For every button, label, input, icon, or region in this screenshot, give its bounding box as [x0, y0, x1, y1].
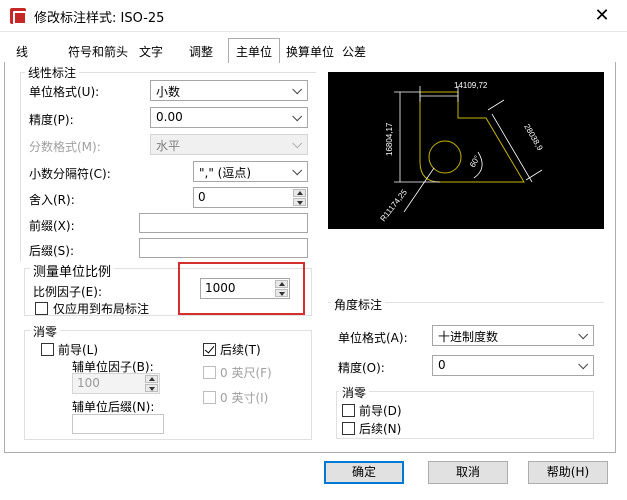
prefix-input[interactable]	[139, 213, 308, 233]
autocad-app-icon	[10, 8, 27, 25]
preview-dim-left: 16804,17	[385, 122, 394, 156]
decimal-separator-value: "," (逗点)	[199, 166, 252, 180]
unit-format-select[interactable]: 小数	[150, 80, 308, 101]
angular-precision-value: 0	[438, 358, 446, 372]
spin-down-icon	[145, 384, 158, 392]
fraction-format-select: 水平	[150, 134, 308, 155]
round-off-label: 舍入(R):	[29, 193, 75, 207]
decimal-separator-select[interactable]: "," (逗点)	[193, 161, 308, 182]
sub-units-suffix-input	[72, 414, 164, 434]
tab-symbols-arrows[interactable]: 符号和箭头	[62, 41, 134, 61]
sub-units-suffix-label: 辅单位后缀(N):	[72, 400, 155, 414]
tab-fit[interactable]: 调整	[184, 41, 218, 61]
preview-dim-right: 28038,9	[522, 123, 545, 153]
angular-group-title: 角度标注	[331, 296, 386, 313]
angular-leading-label: 前导(D)	[359, 404, 402, 418]
dimension-preview: 14109,72 16804,17 28038,9 60° R11174,25	[328, 72, 604, 229]
measurement-scale-title: 测量单位比例	[30, 261, 115, 280]
spinner-buttons[interactable]	[275, 280, 288, 297]
angular-unit-format-select[interactable]: 十进制度数	[432, 325, 594, 346]
leading-zero-checkbox[interactable]	[41, 343, 54, 356]
tab-text[interactable]: 文字	[134, 41, 168, 61]
scale-factor-spinner[interactable]: 1000	[200, 278, 290, 299]
apply-layout-checkbox[interactable]	[35, 302, 48, 315]
chevron-down-icon	[579, 363, 587, 371]
spinner-buttons	[145, 375, 158, 392]
window-title: 修改标注样式: ISO-25	[34, 11, 165, 26]
angular-precision-select[interactable]: 0	[432, 355, 594, 376]
round-off-spinner[interactable]: 0	[193, 187, 308, 208]
chevron-down-icon	[293, 88, 301, 96]
close-icon[interactable]: ✕	[590, 4, 614, 28]
angular-zero-title: 消零	[339, 384, 370, 401]
feet-zero-label: 0 英尺(F)	[220, 366, 272, 380]
chevron-down-icon	[293, 142, 301, 150]
sub-units-factor-spinner: 100	[72, 373, 160, 394]
precision-select[interactable]: 0.00	[150, 107, 308, 128]
angular-precision-label: 精度(O):	[338, 361, 385, 375]
apply-layout-label: 仅应用到布局标注	[53, 302, 150, 316]
angular-trailing-checkbox[interactable]	[342, 422, 355, 435]
leading-zero-label: 前导(L)	[58, 343, 99, 357]
fraction-format-label: 分数格式(M):	[29, 140, 101, 154]
unit-format-label: 单位格式(U):	[29, 85, 100, 99]
linear-group-title: 线性标注	[25, 64, 80, 81]
inches-zero-label: 0 英寸(I)	[220, 391, 269, 405]
trailing-zero-label: 后续(T)	[220, 343, 261, 357]
ok-button[interactable]: 确定	[324, 461, 404, 484]
round-off-value: 0	[198, 190, 206, 204]
cancel-button[interactable]: 取消	[428, 461, 508, 484]
suffix-input[interactable]	[139, 238, 308, 258]
spinner-buttons[interactable]	[293, 189, 306, 206]
preview-dim-angle: 60°	[468, 154, 482, 169]
zero-suppression-title: 消零	[30, 323, 61, 340]
angular-trailing-label: 后续(N)	[359, 422, 402, 436]
chevron-down-icon	[293, 169, 301, 177]
scale-factor-label: 比例因子(E):	[33, 285, 102, 299]
part-outline	[419, 91, 525, 183]
spin-down-icon[interactable]	[293, 198, 306, 206]
help-button[interactable]: 帮助(H)	[528, 461, 608, 484]
dimension-lines	[394, 86, 543, 213]
prefix-label: 前缀(X):	[29, 219, 75, 233]
tab-lines[interactable]: 线	[8, 41, 36, 61]
inches-zero-checkbox	[203, 391, 216, 404]
spin-up-icon	[145, 375, 158, 383]
angular-unit-format-value: 十进制度数	[438, 330, 499, 344]
scale-factor-value: 1000	[205, 281, 236, 295]
sub-units-factor-value: 100	[77, 376, 100, 390]
decimal-separator-label: 小数分隔符(C):	[29, 167, 111, 181]
chevron-down-icon	[293, 115, 301, 123]
trailing-zero-checkbox[interactable]	[203, 343, 216, 356]
angular-leading-checkbox[interactable]	[342, 404, 355, 417]
precision-value: 0.00	[156, 110, 183, 124]
spin-down-icon[interactable]	[275, 289, 288, 297]
spin-up-icon[interactable]	[275, 280, 288, 288]
tab-primary-units[interactable]: 主单位	[228, 38, 280, 63]
fraction-format-value: 水平	[156, 139, 181, 153]
preview-dim-top: 14109,72	[454, 81, 488, 90]
tab-alternate-units[interactable]: 换算单位	[282, 41, 336, 61]
feet-zero-checkbox	[203, 366, 216, 379]
spin-up-icon[interactable]	[293, 189, 306, 197]
angular-unit-format-label: 单位格式(A):	[338, 331, 408, 345]
precision-label: 精度(P):	[29, 113, 74, 127]
preview-dim-radius: R11174,25	[378, 187, 409, 223]
chevron-down-icon	[579, 333, 587, 341]
preview-drawing: 14109,72 16804,17 28038,9 60° R11174,25	[378, 81, 545, 223]
suffix-label: 后缀(S):	[29, 244, 75, 258]
tab-tolerances[interactable]: 公差	[338, 41, 370, 61]
unit-format-value: 小数	[156, 85, 181, 99]
